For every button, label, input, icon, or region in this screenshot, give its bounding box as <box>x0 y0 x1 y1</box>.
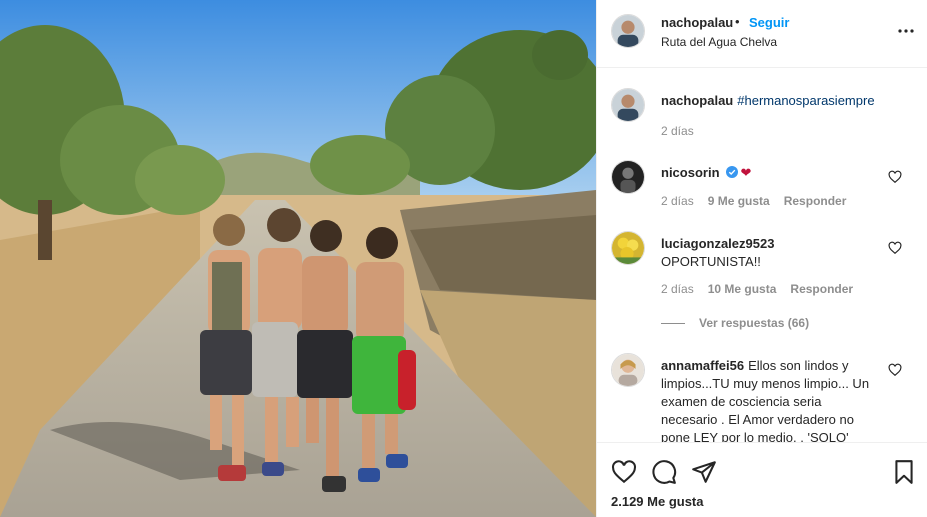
share-icon[interactable] <box>691 459 717 485</box>
follow-button[interactable]: Seguir <box>749 15 789 30</box>
commenter-avatar[interactable] <box>611 160 645 194</box>
comments-list[interactable]: nachopalau #hermanosparasiempre 2 días ni… <box>597 69 927 442</box>
comment-text: nicosorin ❤ <box>661 164 873 182</box>
comment-meta: 2 días 10 Me gusta Responder <box>661 282 867 296</box>
comment-likes[interactable]: 10 Me gusta <box>708 282 777 296</box>
comment-like-heart-icon[interactable] <box>888 363 902 377</box>
likes-count[interactable]: 2.129 Me gusta <box>611 494 704 509</box>
comment-likes[interactable]: 9 Me gusta <box>708 194 770 208</box>
comment-text: luciagonzalez9523 OPORTUNISTA!! <box>661 235 873 271</box>
comment-meta: 2 días 9 Me gusta Responder <box>661 194 860 208</box>
post-header: nachopalau • Seguir Ruta del Agua Chelva <box>597 0 927 68</box>
author-username[interactable]: nachopalau <box>661 15 733 30</box>
commenter-avatar[interactable] <box>611 231 645 265</box>
comment-text: annamaffei56 Ellos son lindos y limpios..… <box>661 357 873 442</box>
comment-username[interactable]: nicosorin <box>661 165 720 180</box>
comment-username[interactable]: annamaffei56 <box>661 358 744 373</box>
comment-username[interactable]: luciagonzalez9523 <box>661 236 774 251</box>
reply-button[interactable]: Responder <box>784 194 847 208</box>
comment-icon[interactable] <box>651 459 677 485</box>
verified-badge-icon <box>725 166 738 178</box>
caption-username[interactable]: nachopalau <box>661 93 733 108</box>
more-options-icon[interactable] <box>897 22 915 40</box>
post-actions-bar: 2.129 Me gusta <box>597 442 927 517</box>
caption-meta: 2 días <box>661 124 708 138</box>
comment-time[interactable]: 2 días <box>661 282 694 296</box>
comment-body: OPORTUNISTA!! <box>661 254 761 269</box>
separator-dot: • <box>735 14 740 29</box>
comment-like-heart-icon[interactable] <box>888 241 902 255</box>
red-heart-emoji: ❤ <box>740 165 752 180</box>
view-replies-button[interactable]: Ver respuestas (66) <box>661 316 809 330</box>
bookmark-icon[interactable] <box>891 459 917 485</box>
view-replies-label: Ver respuestas (66) <box>699 316 810 330</box>
caption-time[interactable]: 2 días <box>661 124 694 138</box>
post-photo-illustration <box>0 0 596 517</box>
replies-divider <box>661 323 685 325</box>
heart-icon[interactable] <box>611 459 637 485</box>
author-avatar[interactable] <box>611 14 645 48</box>
caption-avatar[interactable] <box>611 88 645 122</box>
caption-text: nachopalau #hermanosparasiempre <box>661 92 875 110</box>
comment-time[interactable]: 2 días <box>661 194 694 208</box>
commenter-avatar[interactable] <box>611 353 645 387</box>
post-location[interactable]: Ruta del Agua Chelva <box>661 35 777 49</box>
comment-like-heart-icon[interactable] <box>888 170 902 184</box>
post-side-panel: nachopalau • Seguir Ruta del Agua Chelva… <box>596 0 927 517</box>
caption-hashtag[interactable]: #hermanosparasiempre <box>737 93 874 108</box>
post-photo[interactable] <box>0 0 596 517</box>
reply-button[interactable]: Responder <box>790 282 853 296</box>
